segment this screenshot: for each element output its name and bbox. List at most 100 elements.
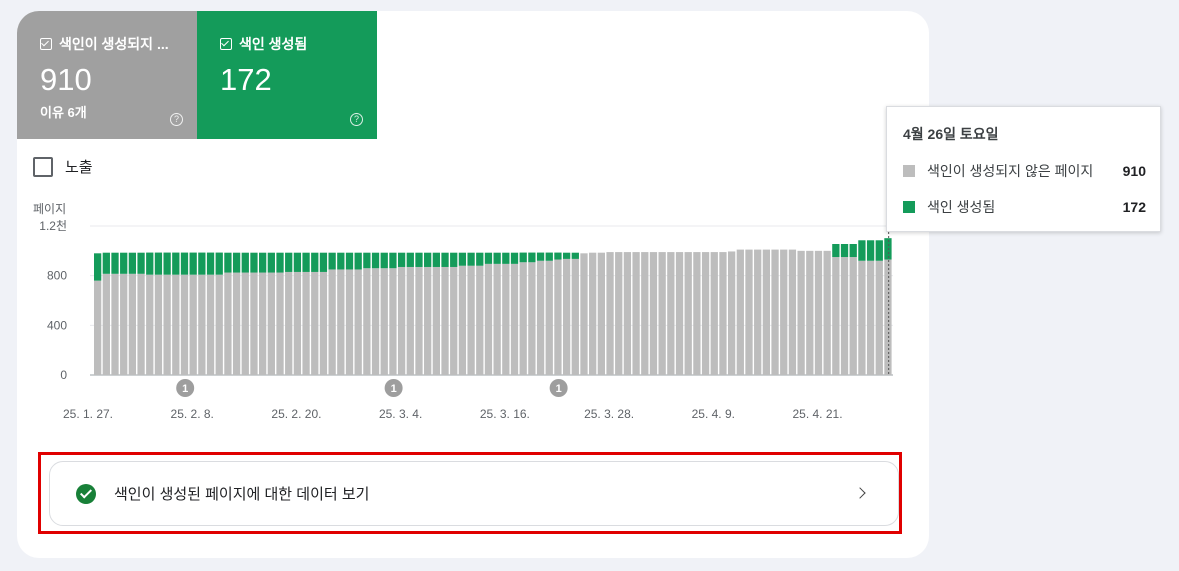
bar-not-indexed	[823, 250, 831, 375]
bar-not-indexed	[701, 252, 710, 375]
checkbox-checked-icon[interactable]	[40, 38, 52, 50]
bar-not-indexed	[615, 252, 623, 375]
bar-indexed	[467, 252, 475, 266]
bar-indexed	[102, 252, 110, 274]
bar-not-indexed	[154, 274, 163, 375]
bar-not-indexed	[467, 265, 475, 375]
bar-not-indexed	[806, 250, 814, 375]
bar-not-indexed	[111, 273, 119, 375]
x-tick-label: 25. 3. 16.	[480, 407, 530, 421]
bar-indexed	[345, 252, 354, 270]
metric-indexed[interactable]: 색인 생성됨 172 ?	[197, 11, 377, 139]
bar-not-indexed	[180, 274, 189, 375]
bar-not-indexed	[658, 252, 666, 375]
bar-indexed	[380, 252, 388, 269]
bar-indexed	[94, 253, 102, 281]
bar-not-indexed	[371, 268, 380, 375]
bar-indexed	[493, 252, 501, 264]
bar-indexed	[267, 252, 275, 273]
view-indexed-pages-link[interactable]: 색인이 생성된 페이지에 대한 데이터 보기	[49, 461, 899, 526]
bar-indexed	[866, 240, 875, 261]
bar-not-indexed	[424, 266, 432, 375]
annotation-marker-label: 1	[556, 383, 562, 395]
bar-indexed	[293, 252, 302, 272]
bar-not-indexed	[432, 266, 440, 375]
exposure-label: 노출	[65, 159, 93, 176]
help-icon[interactable]: ?	[350, 113, 363, 126]
y-tick-label: 800	[47, 269, 67, 283]
bar-not-indexed	[319, 271, 328, 375]
bar-not-indexed	[397, 266, 406, 375]
bar-not-indexed	[693, 252, 701, 375]
bar-indexed	[189, 252, 197, 275]
annotation-marker-label: 1	[182, 383, 188, 395]
annotation-marker-label: 1	[391, 383, 397, 395]
bar-indexed	[832, 244, 840, 258]
bar-not-indexed	[441, 266, 449, 375]
index-report-card: 색인이 생성되지 ... 910 이유 6개 ? 색인 생성됨 172 ? 노출…	[17, 11, 929, 558]
bar-not-indexed	[415, 266, 423, 375]
bar-not-indexed	[832, 257, 840, 375]
bar-not-indexed	[840, 257, 849, 375]
bar-not-indexed	[554, 259, 562, 375]
x-tick-label: 25. 1. 27.	[63, 407, 113, 421]
bar-not-indexed	[406, 266, 414, 375]
y-tick-label: 0	[60, 368, 67, 382]
bar-indexed	[875, 240, 883, 261]
bar-not-indexed	[510, 263, 519, 375]
x-tick-label: 25. 4. 9.	[692, 407, 735, 421]
bar-indexed	[849, 244, 857, 258]
help-icon[interactable]: ?	[170, 113, 183, 126]
bar-indexed	[858, 240, 866, 261]
bar-indexed	[363, 252, 371, 269]
check-circle-icon	[76, 483, 96, 504]
tooltip-row-not-indexed: 색인이 생성되지 않은 페이지 910	[903, 161, 1146, 181]
link-label: 색인이 생성된 페이지에 대한 데이터 보기	[114, 486, 370, 503]
bar-not-indexed	[102, 273, 110, 375]
bar-indexed	[502, 252, 510, 264]
exposure-toggle[interactable]: 노출	[33, 156, 93, 177]
bar-indexed	[840, 244, 849, 258]
bar-not-indexed	[545, 260, 553, 375]
bar-not-indexed	[484, 263, 493, 375]
bar-indexed	[172, 252, 180, 275]
bar-not-indexed	[884, 259, 892, 375]
bar-indexed	[232, 252, 241, 273]
bar-not-indexed	[589, 252, 597, 375]
bar-not-indexed	[736, 249, 744, 375]
bar-not-indexed	[276, 272, 284, 375]
bar-not-indexed	[146, 274, 154, 375]
bar-indexed	[250, 252, 258, 273]
bar-not-indexed	[632, 252, 640, 375]
bar-indexed	[319, 252, 328, 272]
bar-not-indexed	[293, 271, 302, 375]
bar-not-indexed	[536, 260, 545, 375]
y-axis-label: 페이지	[33, 202, 66, 216]
x-tick-label: 25. 4. 21.	[792, 407, 842, 421]
tooltip-date: 4월 26일 토요일	[903, 126, 999, 142]
bar-indexed	[146, 252, 154, 275]
metric-not-indexed[interactable]: 색인이 생성되지 ... 910 이유 6개 ?	[17, 11, 197, 139]
bar-not-indexed	[458, 265, 467, 375]
x-axis: 25. 1. 27. 25. 2. 8. 25. 2. 20. 25. 3. 4. 25…	[63, 407, 843, 421]
chevron-right-icon	[854, 487, 866, 499]
bar-not-indexed	[710, 252, 718, 375]
bar-not-indexed	[562, 258, 571, 375]
bar-indexed	[397, 252, 406, 267]
bar-not-indexed	[606, 252, 614, 375]
bar-not-indexed	[241, 272, 249, 375]
bar-not-indexed	[215, 274, 223, 375]
bar-indexed	[441, 252, 449, 267]
bar-indexed	[224, 252, 232, 273]
bar-not-indexed	[528, 262, 536, 375]
bar-indexed	[285, 252, 293, 272]
x-tick-label: 25. 2. 20.	[271, 407, 321, 421]
bar-not-indexed	[206, 274, 215, 375]
bar-indexed	[120, 252, 128, 274]
bar-indexed	[154, 252, 163, 275]
checkbox-checked-icon[interactable]	[220, 38, 232, 50]
bar-not-indexed	[684, 252, 692, 375]
checkbox-unchecked-icon[interactable]	[33, 156, 53, 177]
metric-value: 910	[40, 62, 92, 97]
bar-not-indexed	[502, 263, 510, 375]
